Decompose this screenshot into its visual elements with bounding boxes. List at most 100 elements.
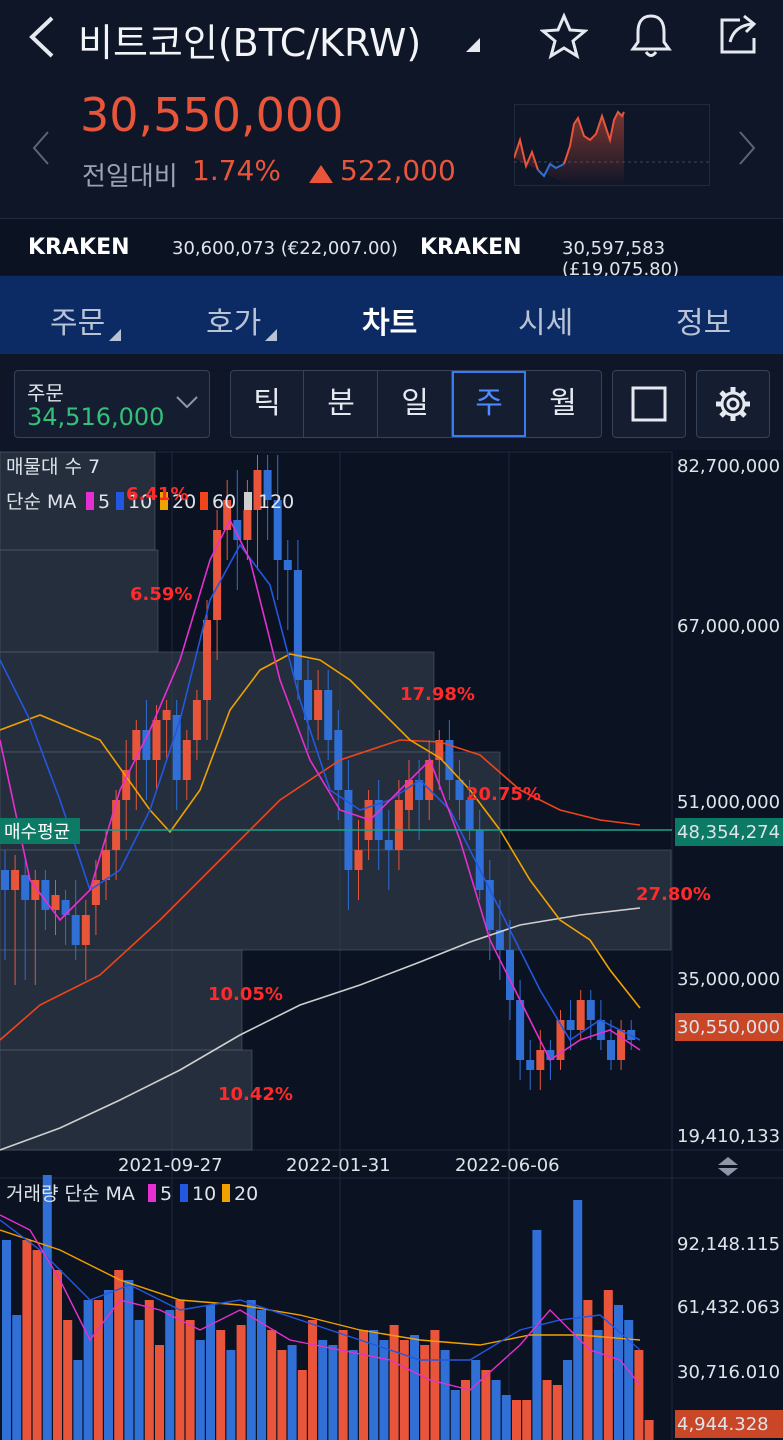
volume-bar (134, 1320, 144, 1440)
candle-body (374, 800, 383, 840)
vol-y-tick: 30,716.010 (677, 1362, 780, 1383)
y-tick: 67,000,000 (677, 616, 780, 637)
tab-label: 정보 (676, 306, 732, 341)
vp-label: 10.42% (218, 1084, 293, 1105)
vp-label: 27.80% (636, 884, 711, 905)
candle-body (384, 840, 393, 850)
volume-bar (471, 1360, 481, 1440)
candle-body (51, 895, 60, 910)
corner-triangle-icon (265, 329, 277, 341)
volume-bar (481, 1370, 491, 1440)
up-triangle-icon (309, 165, 333, 183)
candle-body (566, 1020, 575, 1030)
exchange-value: 30,597,583 (£19,075.80) (562, 238, 680, 280)
corner-triangle-icon (109, 329, 121, 341)
chevron-down-icon (176, 396, 198, 409)
volume-bar (420, 1345, 430, 1440)
volume-bar (389, 1325, 399, 1440)
volume-bar (338, 1330, 348, 1440)
candle-body (455, 780, 464, 800)
prev-arrow-icon[interactable] (30, 130, 52, 166)
vol-ma-5-label: 5 (160, 1183, 172, 1205)
vol-ma-20-label: 20 (234, 1183, 258, 1205)
candle-body (61, 900, 70, 915)
candle-body (213, 530, 222, 620)
period-week[interactable]: 주 (452, 371, 526, 437)
price-chart[interactable]: 매수평균 매물대 수 7 단순 MA 5 10 20 60 120 6.41% … (0, 450, 783, 1440)
tab-info[interactable]: 정보 (676, 298, 731, 342)
tab-chart[interactable]: 차트 (362, 298, 417, 342)
candle-body (112, 800, 121, 850)
star-icon[interactable] (540, 12, 588, 60)
volume-bar (53, 1270, 62, 1440)
candle-body (162, 710, 171, 720)
volume-bar (318, 1340, 328, 1440)
ma-10-swatch (116, 492, 124, 510)
x-tick: 2021-09-27 (118, 1155, 223, 1176)
chart-settings-button[interactable] (696, 370, 770, 438)
tab-orderbook[interactable]: 호가 (206, 298, 261, 342)
avg-price-label: 매수평균 (4, 822, 70, 843)
volume-bar (410, 1335, 419, 1440)
period-tick[interactable]: 틱 (231, 371, 304, 437)
candle-body (354, 850, 363, 870)
candle-body (526, 1060, 535, 1070)
header: 비트코인(BTC/KRW) 30,550,000 전일대비 1.74% 522,… (0, 0, 783, 215)
volume-bar (308, 1320, 317, 1440)
volume-bar (155, 1345, 164, 1440)
y-tick: 35,000,000 (677, 969, 780, 990)
volume-bar (614, 1305, 623, 1440)
volume-bar (491, 1380, 501, 1440)
ma-5-label: 5 (98, 491, 110, 513)
candle-body (243, 510, 252, 540)
volume-bar (369, 1330, 379, 1440)
volume-profile-box (0, 849, 672, 951)
candle-body (314, 690, 323, 720)
volume-bar (563, 1360, 572, 1440)
volume-bar (93, 1300, 103, 1440)
volume-bar (104, 1290, 113, 1440)
vp-label: 17.98% (400, 684, 475, 705)
candle-body (596, 1020, 605, 1040)
candle-body (11, 870, 20, 890)
tab-order[interactable]: 주문 (50, 298, 105, 342)
period-month[interactable]: 월 (527, 371, 599, 437)
tab-quotes[interactable]: 시세 (518, 298, 573, 342)
candle-body (607, 1040, 615, 1060)
page-title[interactable]: 비트코인(BTC/KRW) (78, 12, 421, 67)
period-minute[interactable]: 분 (305, 371, 378, 437)
share-icon[interactable] (716, 12, 762, 58)
volume-bar (63, 1320, 73, 1440)
period-day[interactable]: 일 (379, 371, 452, 437)
volume-bar (430, 1330, 440, 1440)
chart-toolbar: 주문 34,516,000 틱 분 일 주 월 (0, 356, 783, 448)
volume-profile-box (0, 651, 435, 753)
order-price-dropdown[interactable]: 주문 34,516,000 (14, 370, 210, 438)
square-icon (631, 386, 667, 422)
volume-bar (359, 1330, 368, 1440)
current-price-value: 30,550,000 (677, 1017, 780, 1038)
volume-bar (236, 1325, 246, 1440)
volume-bar (83, 1300, 93, 1440)
volume-bar (195, 1340, 205, 1440)
exchange-name: KRAKEN (28, 235, 130, 260)
candle-body (293, 570, 302, 680)
volume-bar (144, 1300, 154, 1440)
current-price: 30,550,000 (80, 88, 344, 142)
vol-y-tick: 61,432.063 (677, 1297, 780, 1318)
vp-label: 6.59% (130, 584, 192, 605)
next-arrow-icon[interactable] (736, 130, 758, 166)
candle-body (394, 800, 403, 850)
volume-bar (450, 1390, 460, 1440)
drawing-mode-button[interactable] (612, 370, 686, 438)
back-chevron-icon[interactable] (26, 14, 56, 60)
period-selector: 틱 분 일 주 월 (230, 370, 602, 438)
candle-body (152, 720, 161, 760)
overlay-label: 매물대 수 7 (6, 456, 100, 478)
tab-label: 시세 (518, 306, 574, 341)
candle-body (283, 560, 292, 570)
dropdown-triangle-icon[interactable] (464, 36, 482, 54)
bell-icon[interactable] (628, 10, 674, 60)
volume-bar (522, 1400, 532, 1440)
volume-bar (267, 1330, 277, 1440)
